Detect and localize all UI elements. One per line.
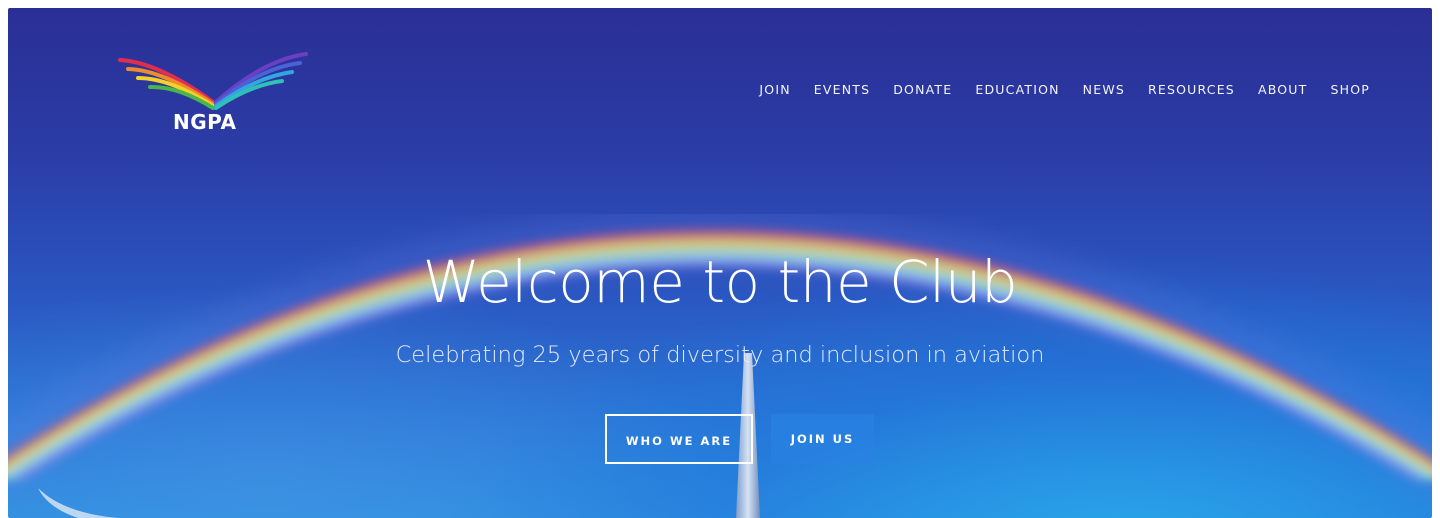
main-nav: JOIN EVENTS DONATE EDUCATION NEWS RESOUR… — [736, 82, 1370, 97]
nav-shop[interactable]: SHOP — [1330, 82, 1370, 97]
hero-subheadline: Celebrating 25 years of diversity and in… — [395, 342, 1045, 368]
nav-education[interactable]: EDUCATION — [975, 82, 1059, 97]
nav-resources[interactable]: RESOURCES — [1148, 82, 1235, 97]
ngpa-logo[interactable]: NGPA — [118, 52, 308, 142]
wings-logo-icon — [118, 52, 308, 110]
nav-news[interactable]: NEWS — [1083, 82, 1125, 97]
nav-about[interactable]: ABOUT — [1258, 82, 1308, 97]
hero-headline: Welcome to the Club — [422, 248, 1018, 316]
logo-text: NGPA — [173, 110, 237, 134]
nav-events[interactable]: EVENTS — [814, 82, 870, 97]
hero-banner: NGPA JOIN EVENTS DONATE EDUCATION NEWS R… — [8, 8, 1432, 518]
who-we-are-button[interactable]: WHO WE ARE — [605, 414, 753, 464]
nav-join[interactable]: JOIN — [759, 82, 790, 97]
nav-donate[interactable]: DONATE — [893, 82, 952, 97]
join-us-button[interactable]: JOIN US — [771, 414, 874, 464]
